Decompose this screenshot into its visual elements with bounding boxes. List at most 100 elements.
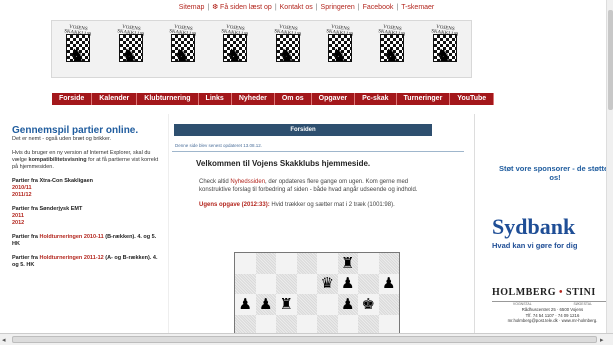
board-square: ♜ — [337, 253, 358, 274]
club-logo: VOJENS SKAKKLUB♞ — [212, 24, 258, 74]
link-t-skemaer[interactable]: T-skemaer — [401, 4, 434, 11]
board-square — [378, 294, 399, 315]
nav-youtube[interactable]: YouTube — [450, 93, 495, 105]
sponsor-heading: Støt vore sponsorer - de støtter os! — [498, 164, 612, 182]
sydbank-tagline[interactable]: Hvad kan vi gøre for dig — [492, 241, 577, 250]
main-nav: Forside Kalender Klubturnering Links Nyh… — [52, 93, 495, 105]
board-square — [296, 273, 317, 295]
holmberg-sub-left: VOGNSTAL — [512, 302, 532, 306]
section-text-prefix: Partier fra — [12, 255, 40, 261]
link-sitemap[interactable]: Sitemap — [179, 4, 205, 11]
section-title: Partier fra Xtra-Con Skakligaen — [12, 178, 94, 184]
board-square — [296, 253, 317, 274]
ie-notice: Hvis du bruger en ny version af Internet… — [12, 150, 162, 171]
holmberg-sub-right: SØGESTAL — [573, 302, 593, 306]
link-emt-2011[interactable]: 2011 — [12, 213, 162, 220]
link-season-2011-12[interactable]: 2011/12 — [12, 192, 162, 199]
divider — [168, 114, 169, 333]
knight-icon: ♞ — [383, 45, 400, 65]
club-logo: VOJENS SKAKKLUB♞ — [422, 24, 468, 74]
board-square — [317, 294, 338, 315]
board-square — [235, 253, 256, 274]
section-text: Partier fra Holdturneringen 2011-12 (A- … — [12, 255, 162, 269]
divider — [172, 151, 464, 152]
browser-viewport: Sitemap | ❆ Få siden læst op | Kontakt os | Sp… — [0, 0, 613, 333]
link-holdturnering-2011-12[interactable]: Holdturneringen 2011-12 — [40, 255, 104, 261]
nav-forside[interactable]: Forside — [52, 93, 93, 105]
nav-opgaver[interactable]: Opgaver — [311, 93, 356, 105]
board-square — [296, 314, 317, 333]
section-text-prefix: Partier fra — [12, 234, 40, 240]
link-facebook[interactable]: Facebook — [363, 4, 394, 11]
link-nyhedssiden[interactable]: Nyhedssiden — [230, 179, 265, 185]
club-logo-banner[interactable]: VOJENS SKAKKLUB♞VOJENS SKAKKLUB♞VOJENS S… — [51, 20, 472, 78]
board-square: ♛ — [317, 273, 338, 295]
section-title: Partier fra Sønderjysk EMT — [12, 206, 83, 212]
board-square: ♟ — [235, 294, 256, 315]
nav-turneringer[interactable]: Turneringer — [396, 93, 451, 105]
nav-klubturnering[interactable]: Klubturnering — [137, 93, 199, 105]
chess-puzzle-board[interactable]: ♜♛♟♟♟♟♜♟♚♙♙♕ — [234, 252, 400, 333]
nav-links[interactable]: Links — [198, 93, 232, 105]
knight-icon: ♞ — [69, 45, 86, 65]
vertical-scrollbar[interactable] — [606, 0, 613, 333]
page-header-bar: Forsiden — [174, 124, 432, 136]
holmberg-logo[interactable]: HOLMBERG • STINI — [492, 287, 596, 298]
board-square: ♚ — [358, 294, 379, 315]
board-square — [358, 253, 379, 274]
separator: | — [315, 4, 318, 11]
weekly-puzzle-label[interactable]: Ugens opgave (2012:33): — [199, 202, 270, 208]
club-logo: VOJENS SKAKKLUB♞ — [317, 24, 363, 74]
scroll-right-icon[interactable]: ▸ — [600, 336, 604, 344]
link-springeren[interactable]: Springeren — [321, 4, 355, 11]
scroll-left-icon[interactable]: ◂ — [2, 336, 6, 344]
intro-text: Check altid — [199, 179, 231, 185]
board-square — [255, 273, 276, 295]
sydbank-logo[interactable]: Sydbank — [492, 214, 575, 240]
holmberg-address-line: mr.holmberg@post.tele.dk · www.mr-holmbe… — [507, 318, 598, 323]
board-square — [276, 314, 297, 333]
separator: | — [396, 4, 399, 11]
nav-nyheder[interactable]: Nyheder — [231, 93, 275, 105]
left-sidebar: Gennemspil partier online. Det er nemt -… — [12, 125, 162, 269]
link-emt-2012[interactable]: 2012 — [12, 220, 162, 227]
ie-notice-bold: kompatibilitetsvisning — [28, 157, 87, 163]
separator: | — [274, 4, 277, 11]
knight-icon: ♞ — [226, 45, 243, 65]
link-contact[interactable]: Kontakt os — [280, 4, 313, 11]
club-logo: VOJENS SKAKKLUB♞ — [369, 24, 415, 74]
holmberg-logo-left: HOLMBERG — [492, 287, 557, 298]
board-square — [276, 273, 297, 295]
scrollbar-thumb[interactable] — [608, 10, 613, 110]
board-square: ♟ — [337, 273, 358, 295]
link-season-2010-11[interactable]: 2010/11 — [12, 185, 162, 192]
sidebar-subheading: Det er nemt - også uden bræt og brikker. — [12, 136, 112, 142]
scrollbar-thumb[interactable] — [12, 336, 597, 343]
main-content: Forsiden Denne side blev senest opdatere… — [172, 124, 467, 333]
club-logo: VOJENS SKAKKLUB♞ — [55, 24, 101, 74]
nav-kalender[interactable]: Kalender — [92, 93, 138, 105]
section-text: Partier fra Holdturneringen 2010-11 (B-r… — [12, 234, 162, 248]
board-square — [337, 314, 358, 333]
link-holdturnering-2010-11[interactable]: Holdturneringen 2010-11 — [40, 234, 104, 240]
board-square — [317, 314, 338, 333]
board-square: ♜ — [276, 294, 297, 315]
board-square: ♟ — [337, 294, 358, 315]
knight-icon: ♞ — [173, 45, 191, 65]
weekly-puzzle-text: Ugens opgave (2012:33): Hvid trækker og … — [199, 201, 439, 209]
separator: | — [357, 4, 360, 11]
top-links: Sitemap | ❆ Få siden læst op | Kontakt os | Sp… — [0, 3, 613, 11]
link-read-aloud[interactable]: ❆ Få siden læst op — [212, 4, 272, 11]
separator: | — [207, 4, 210, 11]
board-square — [235, 273, 256, 295]
board-square — [235, 314, 256, 333]
weekly-puzzle-desc: Hvid trækker og sætter mat i 2 træk (100… — [269, 202, 395, 208]
nav-om-os[interactable]: Om os — [274, 93, 312, 105]
holmberg-logo-right: STINI — [566, 287, 596, 298]
horizontal-scrollbar[interactable]: ◂ ▸ — [0, 333, 613, 345]
board-square — [358, 314, 379, 333]
board-square — [358, 273, 379, 295]
board-square — [276, 253, 297, 274]
nav-pc-skak[interactable]: Pc-skak — [355, 93, 397, 105]
board-square: ♟ — [255, 294, 276, 315]
